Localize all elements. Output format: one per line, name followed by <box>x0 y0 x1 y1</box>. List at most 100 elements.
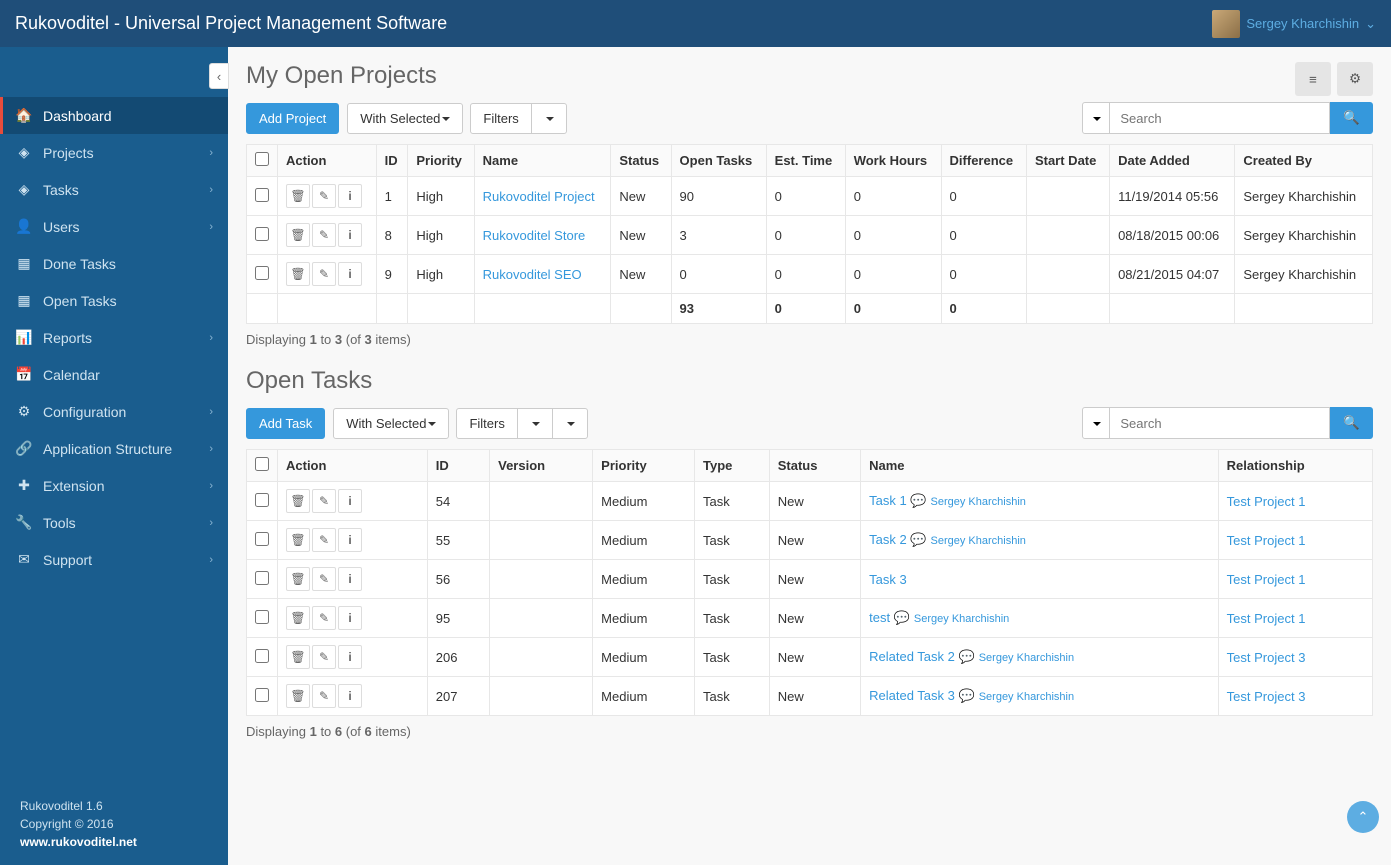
tasks-filters-caret[interactable] <box>517 408 553 439</box>
delete-icon[interactable]: 🗑 <box>286 645 310 669</box>
tasks-with-selected-button[interactable]: With Selected <box>333 408 449 439</box>
edit-icon[interactable]: ✎ <box>312 606 336 630</box>
tasks-filters-extra[interactable] <box>552 408 588 439</box>
app-title: Rukovoditel - Universal Project Manageme… <box>15 13 447 34</box>
nav-icon: ◈ <box>15 144 33 161</box>
row-checkbox[interactable] <box>255 227 269 241</box>
filters-caret[interactable] <box>531 103 567 134</box>
sidebar-item-users[interactable]: 👤Users› <box>0 208 228 245</box>
tasks-filters-button[interactable]: Filters <box>456 408 517 439</box>
row-checkbox[interactable] <box>255 188 269 202</box>
edit-icon[interactable]: ✎ <box>312 184 336 208</box>
info-icon[interactable]: i <box>338 262 362 286</box>
delete-icon[interactable]: 🗑 <box>286 223 310 247</box>
add-task-button[interactable]: Add Task <box>246 408 325 439</box>
sidebar-item-tools[interactable]: 🔧Tools› <box>0 504 228 541</box>
row-checkbox[interactable] <box>255 610 269 624</box>
edit-icon[interactable]: ✎ <box>312 223 336 247</box>
sidebar-toggle[interactable]: ‹ <box>209 63 229 89</box>
sidebar-item-extension[interactable]: ✚Extension› <box>0 467 228 504</box>
settings-button[interactable]: ⚙ <box>1337 62 1373 96</box>
col-name: Name <box>861 450 1219 482</box>
delete-icon[interactable]: 🗑 <box>286 567 310 591</box>
sidebar-item-configuration[interactable]: ⚙Configuration› <box>0 393 228 430</box>
sidebar-item-open-tasks[interactable]: ▦Open Tasks <box>0 282 228 319</box>
nav-label: Support <box>43 552 92 568</box>
delete-icon[interactable]: 🗑 <box>286 684 310 708</box>
col-status: Status <box>769 450 860 482</box>
footer-link[interactable]: www.rukovoditel.net <box>20 835 137 849</box>
delete-icon[interactable]: 🗑 <box>286 184 310 208</box>
relationship-link[interactable]: Test Project 1 <box>1227 494 1306 509</box>
user-menu[interactable]: Sergey Kharchishin ⌄ <box>1212 10 1376 38</box>
delete-icon[interactable]: 🗑 <box>286 262 310 286</box>
search-options[interactable] <box>1082 102 1110 134</box>
edit-icon[interactable]: ✎ <box>312 489 336 513</box>
delete-icon[interactable]: 🗑 <box>286 528 310 552</box>
table-row: 🗑 ✎ i 207 Medium Task New Related Task 3… <box>247 677 1373 716</box>
info-icon[interactable]: i <box>338 684 362 708</box>
delete-icon[interactable]: 🗑 <box>286 606 310 630</box>
comment-icon: 💬 <box>894 610 910 625</box>
info-icon[interactable]: i <box>338 184 362 208</box>
info-icon[interactable]: i <box>338 606 362 630</box>
relationship-link[interactable]: Test Project 1 <box>1227 533 1306 548</box>
add-project-button[interactable]: Add Project <box>246 103 339 134</box>
edit-icon[interactable]: ✎ <box>312 567 336 591</box>
task-link[interactable]: test <box>869 610 890 625</box>
relationship-link[interactable]: Test Project 1 <box>1227 611 1306 626</box>
sidebar-item-application-structure[interactable]: 🔗Application Structure› <box>0 430 228 467</box>
row-checkbox[interactable] <box>255 688 269 702</box>
nav-icon: 📅 <box>15 366 33 383</box>
with-selected-button[interactable]: With Selected <box>347 103 463 134</box>
select-all-checkbox[interactable] <box>255 457 269 471</box>
info-icon[interactable]: i <box>338 567 362 591</box>
task-link[interactable]: Related Task 2 <box>869 649 955 664</box>
menu-button[interactable]: ≡ <box>1295 62 1331 96</box>
relationship-link[interactable]: Test Project 3 <box>1227 689 1306 704</box>
sidebar-item-support[interactable]: ✉Support› <box>0 541 228 578</box>
edit-icon[interactable]: ✎ <box>312 262 336 286</box>
col-version: Version <box>490 450 593 482</box>
row-checkbox[interactable] <box>255 266 269 280</box>
tasks-search-input[interactable] <box>1110 407 1330 439</box>
task-link[interactable]: Related Task 3 <box>869 688 955 703</box>
task-link[interactable]: Task 2 <box>869 532 907 547</box>
sidebar-item-projects[interactable]: ◈Projects› <box>0 134 228 171</box>
sidebar-item-dashboard[interactable]: 🏠Dashboard <box>0 97 228 134</box>
edit-icon[interactable]: ✎ <box>312 528 336 552</box>
edit-icon[interactable]: ✎ <box>312 645 336 669</box>
row-checkbox[interactable] <box>255 571 269 585</box>
relationship-link[interactable]: Test Project 1 <box>1227 572 1306 587</box>
tasks-toolbar: Add Task With Selected Filters 🔍 <box>246 407 1373 439</box>
project-link[interactable]: Rukovoditel SEO <box>483 267 582 282</box>
info-icon[interactable]: i <box>338 489 362 513</box>
sidebar-item-reports[interactable]: 📊Reports› <box>0 319 228 356</box>
delete-icon[interactable]: 🗑 <box>286 489 310 513</box>
task-link[interactable]: Task 3 <box>869 572 907 587</box>
info-icon[interactable]: i <box>338 528 362 552</box>
task-link[interactable]: Task 1 <box>869 493 907 508</box>
sidebar-item-tasks[interactable]: ◈Tasks› <box>0 171 228 208</box>
row-checkbox[interactable] <box>255 493 269 507</box>
projects-search-input[interactable] <box>1110 102 1330 134</box>
comment-author: Sergey Kharchishin <box>979 691 1074 703</box>
select-all-checkbox[interactable] <box>255 152 269 166</box>
row-checkbox[interactable] <box>255 532 269 546</box>
tasks-search-button[interactable]: 🔍 <box>1330 407 1373 439</box>
info-icon[interactable]: i <box>338 223 362 247</box>
project-link[interactable]: Rukovoditel Project <box>483 189 595 204</box>
scroll-top-button[interactable]: ⌃ <box>1347 801 1379 833</box>
projects-search-button[interactable]: 🔍 <box>1330 102 1373 134</box>
chevron-right-icon: › <box>209 443 213 455</box>
sidebar-item-calendar[interactable]: 📅Calendar <box>0 356 228 393</box>
edit-icon[interactable]: ✎ <box>312 684 336 708</box>
chevron-right-icon: › <box>209 147 213 159</box>
row-checkbox[interactable] <box>255 649 269 663</box>
filters-button[interactable]: Filters <box>470 103 531 134</box>
project-link[interactable]: Rukovoditel Store <box>483 228 586 243</box>
relationship-link[interactable]: Test Project 3 <box>1227 650 1306 665</box>
tasks-search-options[interactable] <box>1082 407 1110 439</box>
info-icon[interactable]: i <box>338 645 362 669</box>
sidebar-item-done-tasks[interactable]: ▦Done Tasks <box>0 245 228 282</box>
